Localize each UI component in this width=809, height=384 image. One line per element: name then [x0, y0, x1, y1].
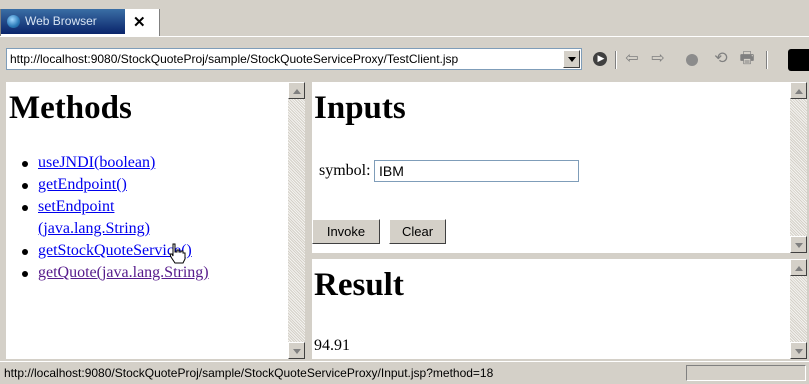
- result-frame: Result 94.91: [312, 259, 790, 359]
- invoke-button[interactable]: Invoke: [312, 219, 380, 244]
- list-item: useJNDI(boolean): [18, 152, 209, 174]
- list-item: getQuote(java.lang.String): [18, 262, 209, 284]
- result-value: 94.91: [314, 337, 350, 354]
- address-toolbar: http://localhost:9080/StockQuoteProj/sam…: [0, 36, 809, 81]
- scroll-down-button[interactable]: [790, 236, 807, 253]
- url-dropdown-button[interactable]: [563, 50, 580, 68]
- clear-button[interactable]: Clear: [389, 219, 446, 244]
- method-link-usejndi[interactable]: useJNDI(boolean): [38, 154, 155, 171]
- forward-icon[interactable]: ⇨: [649, 50, 667, 68]
- methods-frame: Methods useJNDI(boolean) getEndpoint() s…: [6, 82, 288, 359]
- method-link-getquote[interactable]: getQuote(java.lang.String): [38, 264, 209, 281]
- inputs-heading: Inputs: [314, 90, 406, 126]
- globe-icon: [7, 15, 20, 28]
- progress-indicator: [686, 365, 806, 381]
- toolbar-separator: [766, 51, 768, 69]
- list-item: setEndpoint (java.lang.String): [18, 196, 208, 240]
- methods-heading: Methods: [9, 90, 132, 126]
- result-heading: Result: [314, 267, 404, 303]
- methods-scrollbar[interactable]: [288, 82, 305, 359]
- tab-title: Web Browser: [25, 14, 97, 28]
- symbol-input[interactable]: IBM: [374, 160, 579, 182]
- method-link-setendpoint[interactable]: setEndpoint (java.lang.String): [38, 198, 150, 237]
- hand-cursor-icon: [169, 243, 186, 264]
- list-item: getEndpoint(): [18, 174, 209, 196]
- close-tab-icon[interactable]: ✕: [133, 13, 146, 31]
- result-scrollbar[interactable]: [790, 259, 807, 359]
- toolbar-overflow-icon[interactable]: [788, 49, 809, 71]
- scroll-down-button[interactable]: [288, 342, 305, 359]
- status-bar: http://localhost:9080/StockQuoteProj/sam…: [0, 361, 809, 384]
- status-text: http://localhost:9080/StockQuoteProj/sam…: [4, 366, 494, 380]
- scroll-up-button[interactable]: [288, 82, 305, 99]
- method-link-getendpoint[interactable]: getEndpoint(): [38, 176, 127, 193]
- scroll-down-button[interactable]: [790, 342, 807, 359]
- browser-tab[interactable]: Web Browser ✕: [0, 9, 160, 36]
- inputs-scrollbar[interactable]: [790, 82, 807, 253]
- symbol-label: symbol:: [319, 162, 371, 179]
- tab-title-area[interactable]: Web Browser: [1, 9, 125, 34]
- scroll-up-button[interactable]: [790, 259, 807, 276]
- url-text[interactable]: http://localhost:9080/StockQuoteProj/sam…: [10, 52, 458, 66]
- print-icon[interactable]: 🖶: [738, 50, 756, 68]
- tab-strip: Web Browser ✕: [0, 0, 809, 36]
- scroll-up-button[interactable]: [790, 82, 807, 99]
- toolbar-separator: [615, 51, 617, 69]
- inputs-frame: Inputs symbol: IBM Invoke Clear: [312, 82, 790, 253]
- back-icon[interactable]: ⇦: [623, 50, 641, 68]
- stop-icon[interactable]: [686, 54, 698, 66]
- go-icon[interactable]: ▶: [591, 50, 609, 68]
- refresh-icon[interactable]: ⟲: [712, 50, 730, 68]
- url-combobox[interactable]: http://localhost:9080/StockQuoteProj/sam…: [6, 48, 582, 70]
